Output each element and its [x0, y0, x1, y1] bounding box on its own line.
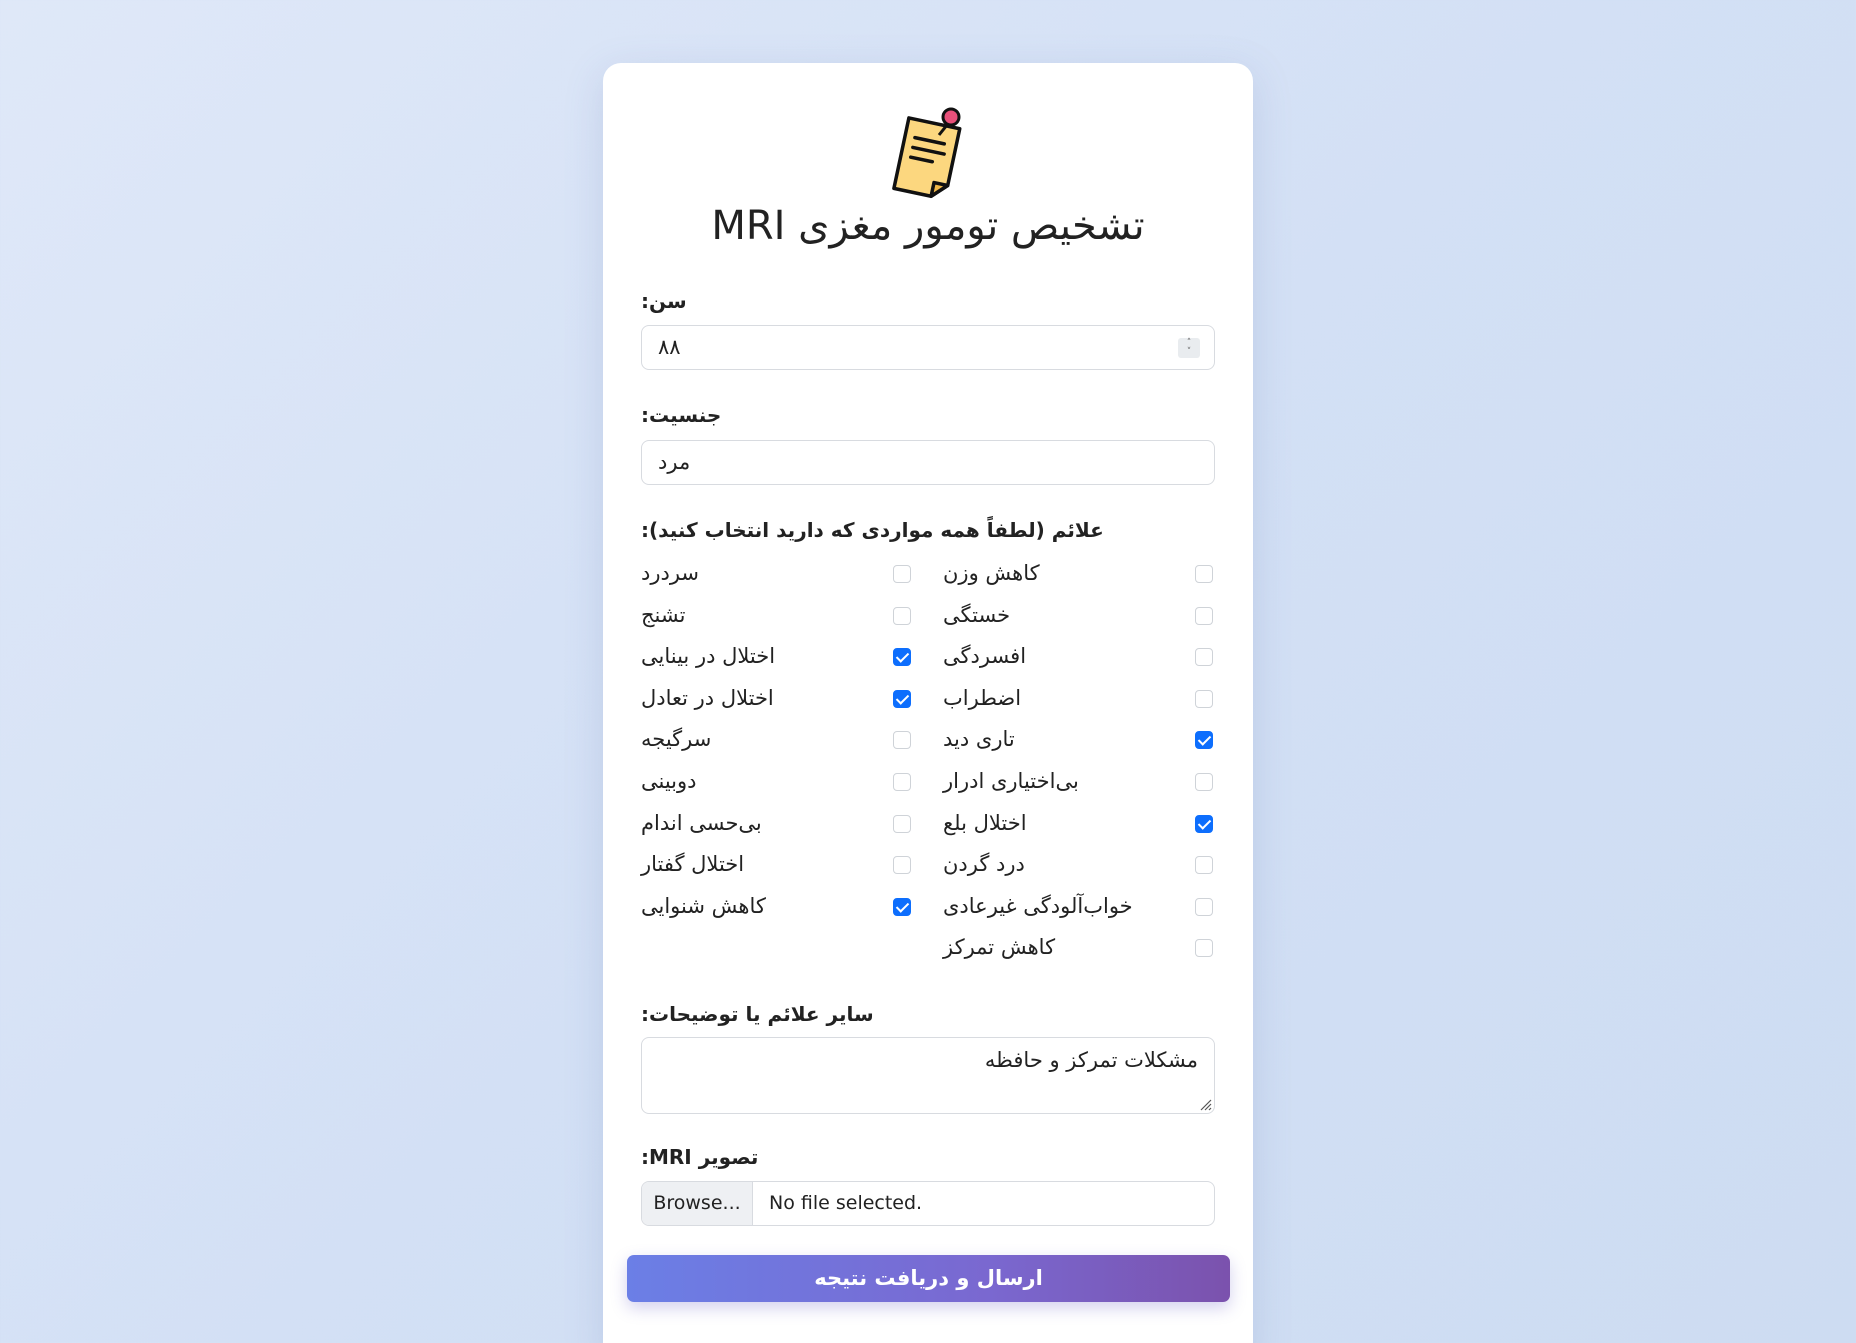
- symptom-label[interactable]: دوبینی: [641, 769, 697, 793]
- symptom-checkbox[interactable]: [1195, 648, 1213, 667]
- symptom-label[interactable]: کاهش وزن: [943, 561, 1040, 585]
- symptom-label[interactable]: بی‌حسی اندام: [641, 811, 762, 835]
- gender-select[interactable]: مرد: [641, 440, 1215, 485]
- symptom-label[interactable]: اختلال در بینایی: [641, 644, 775, 668]
- mri-file-input[interactable]: Browse... No file selected.: [641, 1181, 1215, 1226]
- notes-textarea[interactable]: مشکلات تمرکز و حافظه: [641, 1037, 1215, 1114]
- gender-label: :جنسیت: [641, 403, 722, 427]
- symptom-label[interactable]: افسردگی: [943, 644, 1026, 668]
- symptom-checkbox[interactable]: [893, 689, 911, 708]
- symptom-checkbox[interactable]: [893, 897, 911, 916]
- symptom-checkbox[interactable]: [1195, 856, 1213, 875]
- symptom-label[interactable]: درد گردن: [943, 852, 1025, 876]
- age-value: ۸۸: [658, 335, 681, 359]
- symptom-checkbox[interactable]: [1195, 939, 1213, 958]
- symptom-checkbox[interactable]: [893, 856, 911, 875]
- symptom-checkbox[interactable]: [1195, 897, 1213, 916]
- note-pin-icon: [892, 107, 962, 199]
- submit-button[interactable]: ارسال و دریافت نتیجه: [627, 1255, 1230, 1302]
- symptom-checkbox[interactable]: [893, 814, 911, 833]
- symptom-label[interactable]: کاهش تمرکز: [943, 935, 1055, 959]
- page-title: تشخیص تومور مغزی MRI: [711, 203, 1145, 249]
- symptom-checkbox[interactable]: [893, 606, 911, 625]
- symptom-checkbox[interactable]: [1195, 565, 1213, 583]
- resize-grip-icon[interactable]: [1198, 1097, 1212, 1111]
- symptom-label[interactable]: تشنج: [641, 603, 685, 627]
- symptom-label[interactable]: خواب‌آلودگی غیرعادی: [943, 894, 1133, 918]
- symptom-checkbox[interactable]: [893, 773, 911, 791]
- symptom-checkbox[interactable]: [893, 731, 911, 750]
- symptom-label[interactable]: اختلال بلع: [943, 811, 1027, 835]
- symptoms-label: :علائم (لطفاً همه مواردی که دارید انتخاب…: [641, 518, 1104, 542]
- browse-button[interactable]: Browse...: [642, 1182, 753, 1225]
- symptom-label[interactable]: کاهش شنوایی: [641, 894, 766, 918]
- symptom-label[interactable]: بی‌اختیاری ادرار: [943, 769, 1079, 793]
- notes-label: :سایر علائم یا توضیحات: [641, 1002, 874, 1026]
- symptom-checkbox[interactable]: [1195, 773, 1213, 791]
- age-stepper[interactable]: ˄ ˅: [1178, 338, 1200, 358]
- symptom-checkbox[interactable]: [1195, 689, 1213, 708]
- symptom-checkbox[interactable]: [893, 648, 911, 667]
- form-card: تشخیص تومور مغزی MRI :سن ۸۸ ˄ ˅ :جنسیت م…: [603, 63, 1253, 1343]
- notes-value: مشکلات تمرکز و حافظه: [984, 1048, 1198, 1072]
- symptom-label[interactable]: سردرد: [641, 561, 699, 585]
- gender-value: مرد: [658, 450, 691, 474]
- symptom-label[interactable]: اختلال گفتار: [641, 852, 744, 876]
- symptom-label[interactable]: سرگیجه: [641, 727, 711, 751]
- age-label: :سن: [641, 289, 687, 313]
- symptom-label[interactable]: اختلال در تعادل: [641, 686, 774, 710]
- symptom-checkbox[interactable]: [893, 565, 911, 583]
- age-input[interactable]: ۸۸ ˄ ˅: [641, 325, 1215, 370]
- mri-label: :MRI تصویر: [641, 1145, 759, 1169]
- chevron-down-icon[interactable]: ˅: [1187, 348, 1192, 357]
- symptom-label[interactable]: اضطراب: [943, 686, 1021, 710]
- symptom-label[interactable]: خستگی: [943, 603, 1010, 627]
- symptom-checkbox[interactable]: [1195, 731, 1213, 750]
- symptom-label[interactable]: تاری دید: [943, 727, 1015, 751]
- file-status: No file selected.: [769, 1192, 923, 1214]
- symptom-checkbox[interactable]: [1195, 606, 1213, 625]
- symptom-checkbox[interactable]: [1195, 814, 1213, 833]
